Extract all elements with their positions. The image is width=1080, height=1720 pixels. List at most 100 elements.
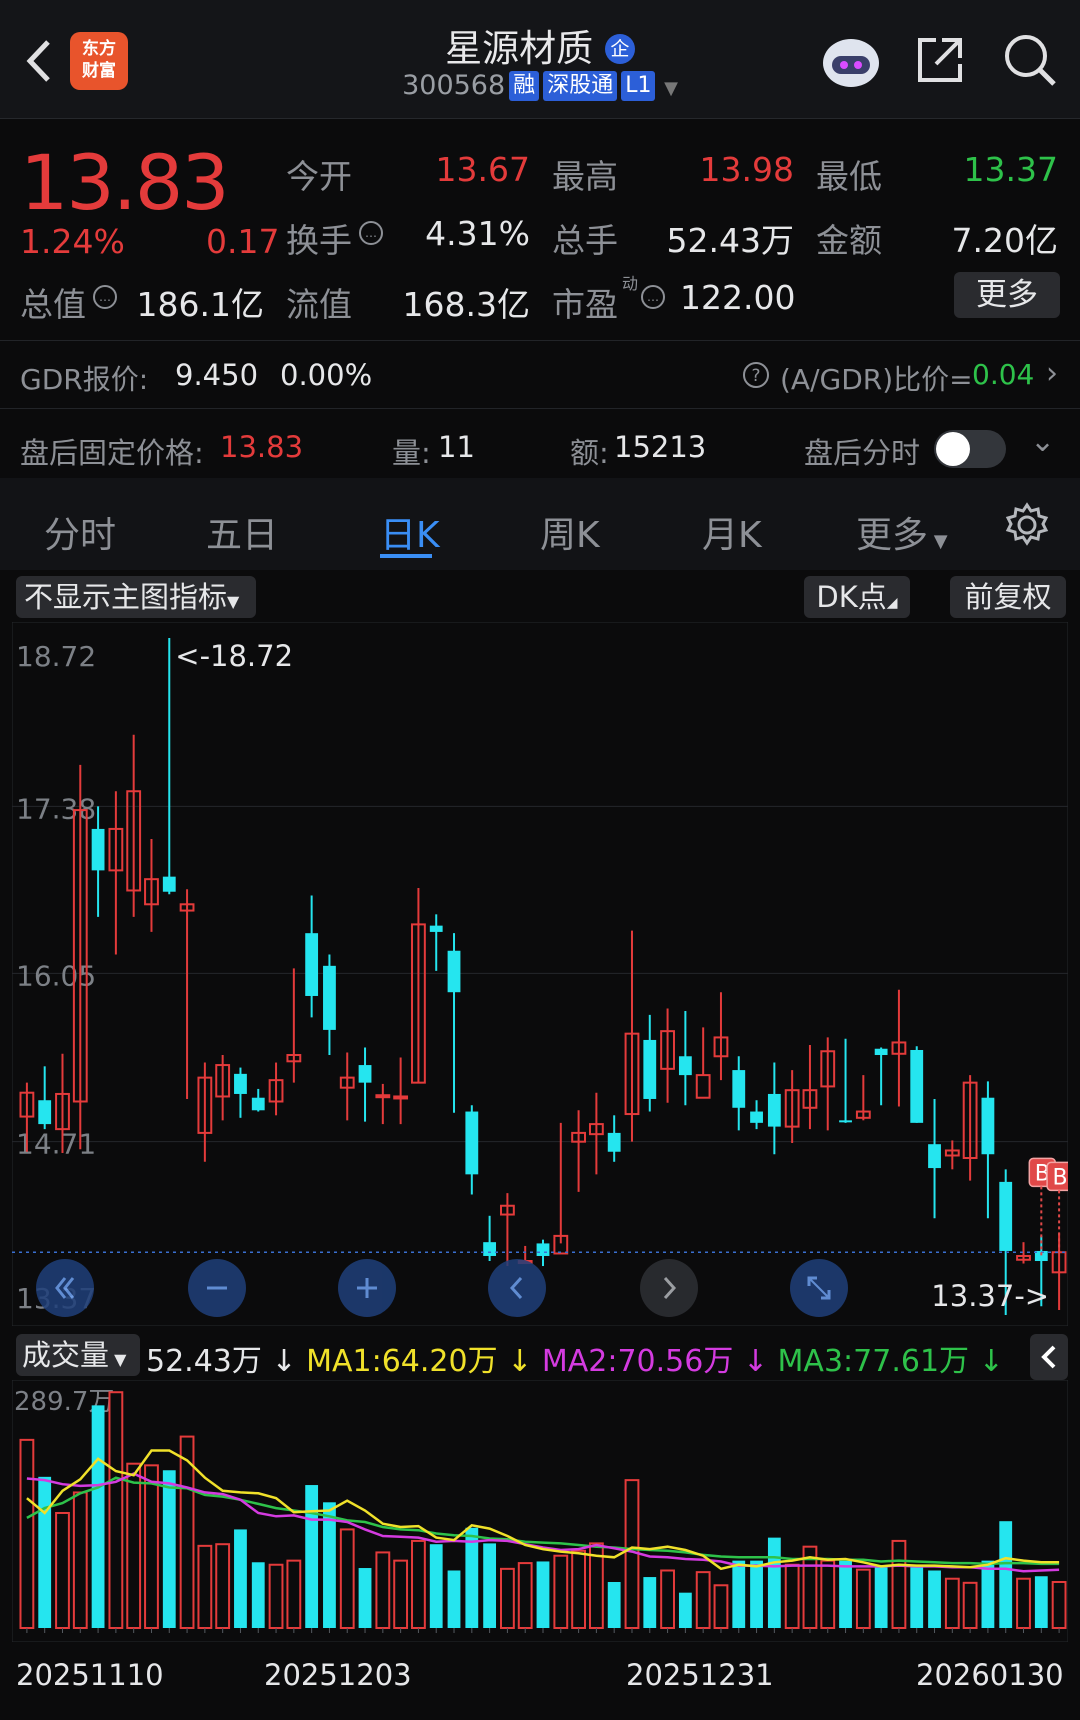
candle-body: [429, 925, 443, 932]
candle-body: [323, 965, 336, 1030]
x-tick-label: 20251231: [626, 1658, 774, 1692]
robot-assistant-icon[interactable]: [820, 30, 882, 96]
ma3-value: 77.61万: [853, 1344, 970, 1379]
min-price-label: 13.37->: [931, 1279, 1049, 1313]
pe-label: 市盈: [552, 285, 618, 324]
level-tag: L1: [621, 71, 656, 101]
more-quote-button[interactable]: 更多: [954, 272, 1060, 318]
mktcap-value: 186.1亿: [136, 285, 264, 324]
gdr-change: 0.00%: [280, 358, 373, 392]
candle-body: [839, 1120, 852, 1123]
candle-body: [375, 1094, 391, 1099]
x-tick-label: 20260130: [916, 1658, 1064, 1692]
float-label: 流值: [286, 285, 352, 324]
volume-bar: [234, 1529, 247, 1628]
candlestick-chart[interactable]: 18.7217.3816.0514.7113.37<-18.7213.37->B…: [12, 622, 1068, 1326]
stock-code: 300568: [402, 70, 506, 101]
tab-five-day[interactable]: 五日: [206, 506, 278, 558]
candle-body: [38, 1100, 52, 1125]
y-tick-label: 17.38: [16, 792, 96, 825]
volume-bar: [750, 1560, 763, 1628]
x-tick-label: 20251110: [16, 1658, 164, 1692]
chart-frame: [12, 622, 1068, 1326]
volume-bar: [678, 1592, 692, 1628]
candle-body: [874, 1048, 888, 1056]
afterhours-price: 13.83: [220, 430, 304, 464]
buy-marker-label: B: [1053, 1165, 1068, 1190]
fullscreen-icon[interactable]: [790, 1259, 848, 1317]
candle-body: [928, 1144, 941, 1169]
x-tick-label: 20251203: [264, 1658, 412, 1692]
volume-bar: [999, 1521, 1013, 1628]
gdr-ratio: 0.04: [972, 358, 1035, 391]
afterhours-amt-label: 额:: [570, 436, 609, 470]
info-icon[interactable]: …: [640, 284, 666, 314]
zoom-out-icon[interactable]: [188, 1259, 246, 1317]
step-left-icon[interactable]: [488, 1259, 546, 1317]
change-amount: 0.17: [206, 222, 280, 261]
candle-body: [767, 1093, 781, 1127]
candle-body: [732, 1070, 746, 1108]
pe-dynamic-mark: 动: [622, 274, 639, 293]
candle-body: [483, 1242, 497, 1256]
dk-point-button[interactable]: DK点◢: [804, 576, 910, 618]
volume-current: 52.43万: [146, 1344, 262, 1379]
volume-bar: [38, 1476, 52, 1628]
afterhours-toggle[interactable]: [934, 430, 1006, 468]
y-tick-label: 16.05: [16, 959, 96, 992]
main-indicator-select[interactable]: 不显示主图指标▼: [16, 576, 256, 618]
scroll-left-fast-icon[interactable]: [36, 1259, 94, 1317]
amount-label: 金额: [816, 221, 882, 260]
afterhours-amt: 15213: [614, 430, 707, 464]
volume-bar: [732, 1560, 746, 1628]
volume-bar: [251, 1562, 265, 1628]
max-price-label: <-18.72: [175, 639, 293, 673]
zoom-in-icon[interactable]: [338, 1259, 396, 1317]
volume-bar: [767, 1537, 781, 1628]
search-icon[interactable]: [1002, 32, 1058, 92]
connect-tag: 深股通: [543, 71, 618, 101]
help-icon[interactable]: ?: [742, 361, 770, 393]
afterhours-vol-label: 量:: [392, 436, 431, 470]
tab-daily-k[interactable]: 日K: [380, 506, 440, 558]
pe-value: 122.00: [680, 278, 796, 317]
chevron-down-icon[interactable]: ⌄: [1030, 424, 1055, 459]
tab-more[interactable]: 更多 ▼: [856, 506, 948, 558]
candle-body: [999, 1181, 1013, 1251]
collapse-legend-icon[interactable]: [1030, 1334, 1068, 1380]
tab-monthly-k[interactable]: 月K: [702, 506, 762, 558]
candle-body: [607, 1132, 621, 1152]
dropdown-icon[interactable]: ▼: [664, 78, 678, 99]
volume-bar: [1034, 1576, 1048, 1628]
volume-bar: [429, 1544, 443, 1628]
open-label: 今开: [286, 157, 352, 196]
gdr-price: 9.450: [175, 358, 259, 392]
afterhours-vol: 11: [438, 430, 475, 464]
settings-gear-icon[interactable]: [1004, 502, 1050, 552]
volume-bar: [536, 1561, 550, 1628]
tab-timeshare[interactable]: 分时: [44, 506, 116, 558]
volume-bar: [981, 1560, 995, 1628]
ma1-name: MA1: [306, 1344, 372, 1379]
low-label: 最低: [816, 157, 882, 196]
chevron-right-icon[interactable]: ›: [1046, 356, 1058, 391]
volume-bar: [910, 1567, 924, 1628]
sub-indicator-select[interactable]: 成交量 ▼: [16, 1334, 140, 1376]
tab-weekly-k[interactable]: 周K: [540, 506, 600, 558]
info-icon[interactable]: …: [92, 284, 118, 314]
svg-text:?: ?: [751, 366, 760, 386]
afterhours-label: 盘后固定价格:: [20, 436, 204, 470]
volume-chart[interactable]: 289.7万: [12, 1380, 1068, 1642]
candle-body: [643, 1039, 657, 1099]
candle-body: [358, 1065, 372, 1083]
ma2-value: 70.56万: [617, 1344, 734, 1379]
period-tabs: 分时 五日 日K 周K 月K 更多 ▼: [0, 478, 1080, 570]
y-tick-label: 18.72: [16, 640, 96, 673]
candle-body: [678, 1056, 692, 1076]
adjust-button[interactable]: 前复权: [950, 576, 1066, 618]
share-icon[interactable]: [914, 34, 966, 90]
info-icon[interactable]: …: [358, 220, 384, 250]
turnover-value: 4.31%: [425, 214, 530, 253]
volume-bar: [874, 1567, 888, 1628]
step-right-icon[interactable]: [640, 1259, 698, 1317]
